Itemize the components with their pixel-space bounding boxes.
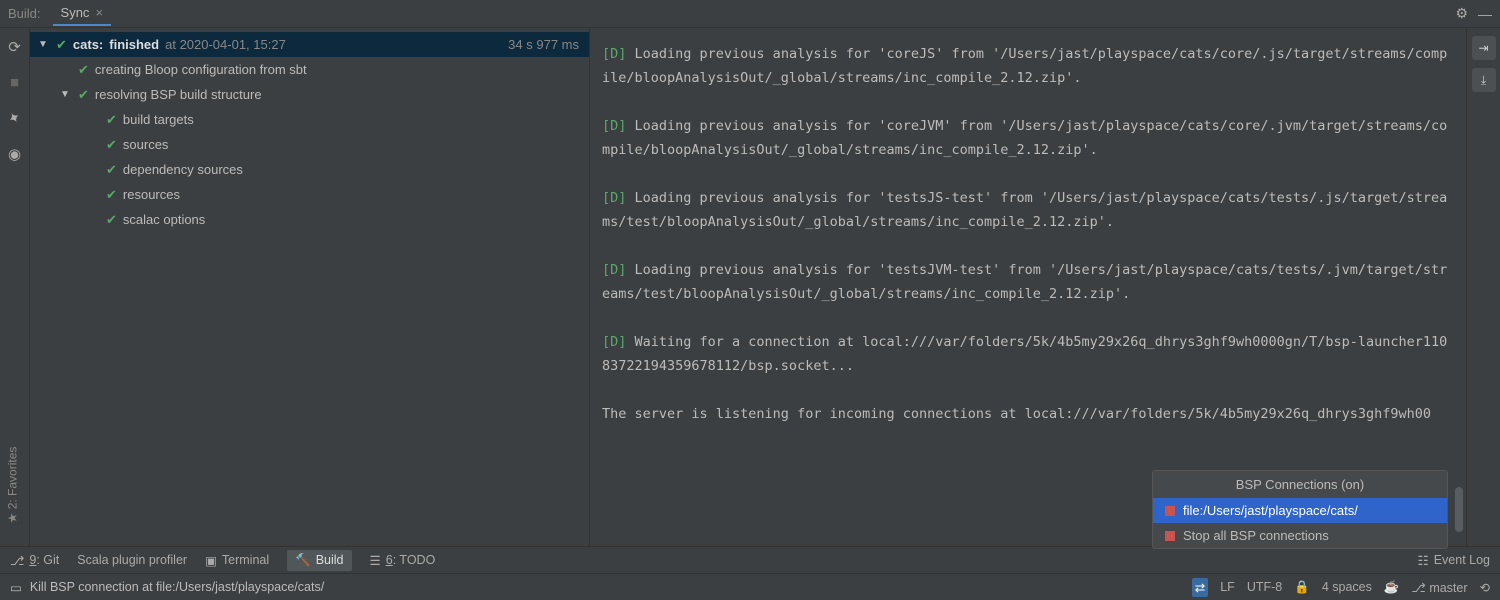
tree-item-label: dependency sources xyxy=(123,162,243,177)
debug-tag: [D] xyxy=(602,190,635,206)
build-tree: ▼ ✔ cats: finished at 2020-04-01, 15:27 … xyxy=(30,28,590,546)
favorites-label: ★ 2: Favorites xyxy=(5,447,19,524)
refresh-icon[interactable]: ⟳ xyxy=(8,38,21,56)
debug-tag: [D] xyxy=(602,262,635,278)
line-separator[interactable]: LF xyxy=(1220,580,1235,594)
chevron-down-icon[interactable]: ▼ xyxy=(38,39,50,50)
bsp-connections-popup: BSP Connections (on) file:/Users/jast/pl… xyxy=(1152,470,1448,549)
status-bar: ▭ Kill BSP connection at file:/Users/jas… xyxy=(0,573,1500,600)
tree-item-label: sources xyxy=(123,137,169,152)
check-icon: ✔ xyxy=(106,187,117,203)
terminal-icon: ▣ xyxy=(205,553,217,568)
tree-row[interactable]: ✔ sources xyxy=(30,132,589,157)
console-scrollbar[interactable] xyxy=(1455,32,1465,542)
popup-title: BSP Connections (on) xyxy=(1153,471,1447,498)
tree-row[interactable]: ✔ creating Bloop configuration from sbt xyxy=(30,57,589,82)
tree-row[interactable]: ✔ resources xyxy=(30,182,589,207)
console-line: [D] Loading previous analysis for 'coreJ… xyxy=(602,42,1454,90)
tree-root-row[interactable]: ▼ ✔ cats: finished at 2020-04-01, 15:27 … xyxy=(30,32,589,57)
console-line: [D] Loading previous analysis for 'tests… xyxy=(602,186,1454,234)
panel-label: Build: xyxy=(8,6,41,21)
tab-git[interactable]: ⎇ 9: Git xyxy=(10,553,59,568)
debug-tag: [D] xyxy=(602,334,635,350)
build-root-name: cats: xyxy=(73,37,103,52)
indent-widget[interactable]: 4 spaces xyxy=(1322,580,1372,594)
todo-label: 6: TODO xyxy=(386,553,436,567)
build-root-status: finished xyxy=(109,37,159,52)
build-label: Build xyxy=(316,553,344,567)
tree-row[interactable]: ▼ ✔ resolving BSP build structure xyxy=(30,82,589,107)
scroll-to-end-icon[interactable]: ⤓ xyxy=(1472,68,1496,92)
check-icon: ✔ xyxy=(106,137,117,153)
build-duration: 34 s 977 ms xyxy=(508,37,579,52)
tab-scala-profiler[interactable]: Scala plugin profiler xyxy=(77,553,187,567)
check-icon: ✔ xyxy=(106,212,117,228)
build-console[interactable]: [D] Loading previous analysis for 'coreJ… xyxy=(590,28,1466,546)
debug-tag: [D] xyxy=(602,46,635,62)
encoding[interactable]: UTF-8 xyxy=(1247,580,1282,594)
lock-icon[interactable]: 🔒 xyxy=(1294,580,1310,595)
debug-tag: [D] xyxy=(602,118,635,134)
pin-icon[interactable]: ✦ xyxy=(5,107,25,129)
bsp-connection-path: file:/Users/jast/playspace/cats/ xyxy=(1183,503,1358,518)
minimize-icon[interactable]: — xyxy=(1478,6,1492,22)
git-branch-widget[interactable]: ⎇ master xyxy=(1411,580,1467,595)
bsp-stop-all[interactable]: Stop all BSP connections xyxy=(1153,523,1447,548)
check-icon: ✔ xyxy=(78,87,89,103)
event-log-label: Event Log xyxy=(1434,553,1490,567)
list-icon: ☰ xyxy=(370,553,381,568)
stop-icon[interactable]: ■ xyxy=(10,74,19,91)
bsp-stop-all-label: Stop all BSP connections xyxy=(1183,528,1329,543)
bsp-connection-item[interactable]: file:/Users/jast/playspace/cats/ xyxy=(1153,498,1447,523)
stop-square-icon xyxy=(1165,506,1175,516)
scala-profiler-label: Scala plugin profiler xyxy=(77,553,187,567)
chevron-down-icon[interactable]: ▼ xyxy=(60,89,72,100)
sync-icon[interactable]: ⟲ xyxy=(1480,580,1490,595)
tab-label: Sync xyxy=(61,5,90,20)
console-line: [D] Waiting for a connection at local://… xyxy=(602,330,1454,378)
tree-row[interactable]: ✔ build targets xyxy=(30,107,589,132)
tab-build[interactable]: 🔨 Build xyxy=(287,550,351,571)
tree-item-label: scalac options xyxy=(123,212,205,227)
tree-item-label: resolving BSP build structure xyxy=(95,87,262,102)
console-line: [D] Loading previous analysis for 'coreJ… xyxy=(602,114,1454,162)
log-icon: ☷ xyxy=(1417,553,1428,568)
check-icon: ✔ xyxy=(78,62,89,78)
build-panel-body: ⟳ ■ ✦ ◉ ▼ ✔ cats: finished at 2020-04-01… xyxy=(0,28,1500,546)
tree-item-label: build targets xyxy=(123,112,194,127)
console-line: The server is listening for incoming con… xyxy=(602,402,1454,426)
hammer-icon: 🔨 xyxy=(295,553,311,568)
tree-item-label: creating Bloop configuration from sbt xyxy=(95,62,307,77)
tab-todo[interactable]: ☰ 6: TODO xyxy=(370,553,436,568)
console-line: [D] Loading previous analysis for 'tests… xyxy=(602,258,1454,306)
tab-sync[interactable]: Sync × xyxy=(53,1,112,26)
eye-icon[interactable]: ◉ xyxy=(8,145,21,163)
tree-row[interactable]: ✔ dependency sources xyxy=(30,157,589,182)
scrollbar-thumb[interactable] xyxy=(1455,487,1463,532)
check-icon: ✔ xyxy=(106,112,117,128)
branch-icon: ⎇ xyxy=(10,553,24,568)
bsp-widget-icon[interactable]: ⇄ xyxy=(1192,578,1208,597)
bottom-tool-tabs: ⎇ 9: Git Scala plugin profiler ▣ Termina… xyxy=(0,546,1500,573)
tree-item-label: resources xyxy=(123,187,180,202)
favorites-tool-tab[interactable]: ★ 2: Favorites xyxy=(0,430,24,540)
close-icon[interactable]: × xyxy=(95,5,103,20)
tab-event-log[interactable]: ☷ Event Log xyxy=(1417,553,1490,568)
status-message: Kill BSP connection at file:/Users/jast/… xyxy=(30,580,324,594)
check-icon: ✔ xyxy=(106,162,117,178)
status-icon: ▭ xyxy=(10,580,22,595)
git-label: 9: Git xyxy=(29,553,59,567)
console-actions-gutter: ⇥ ⤓ xyxy=(1466,28,1500,546)
tree-row[interactable]: ✔ scalac options xyxy=(30,207,589,232)
build-tool-window-header: Build: Sync × ⚙ — xyxy=(0,0,1500,28)
soft-wrap-icon[interactable]: ⇥ xyxy=(1472,36,1496,60)
check-icon: ✔ xyxy=(56,37,67,53)
terminal-label: Terminal xyxy=(222,553,269,567)
build-root-time: at 2020-04-01, 15:27 xyxy=(165,37,286,52)
heap-icon[interactable]: ☕ xyxy=(1384,580,1400,595)
gear-icon[interactable]: ⚙ xyxy=(1455,5,1468,22)
tab-terminal[interactable]: ▣ Terminal xyxy=(205,553,269,568)
stop-square-icon xyxy=(1165,531,1175,541)
